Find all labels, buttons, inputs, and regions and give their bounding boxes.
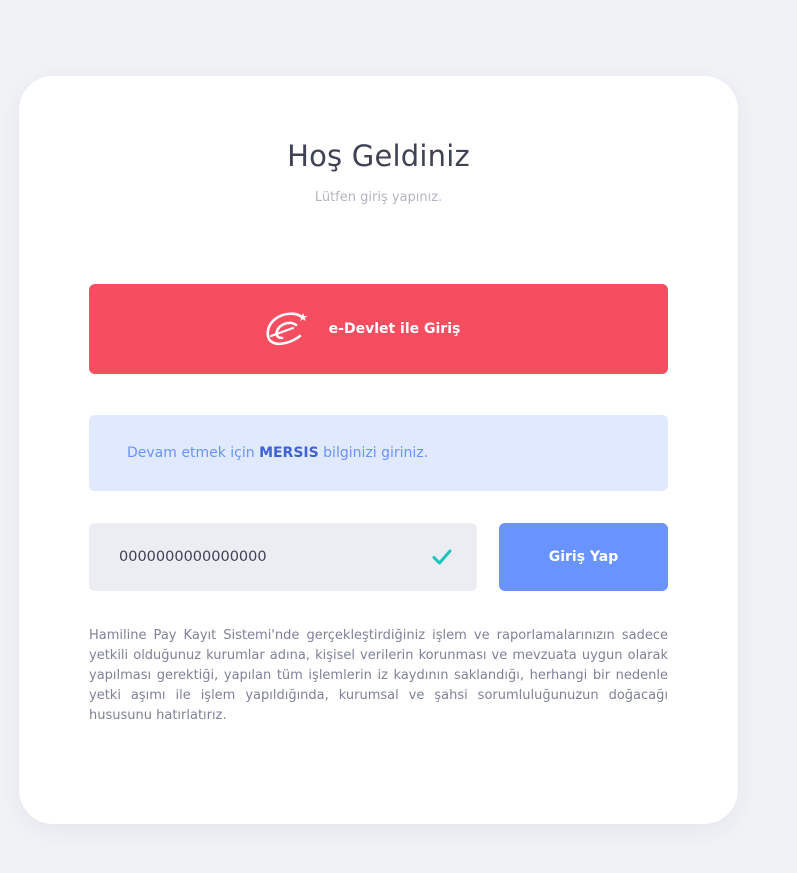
page-subtitle: Lütfen giriş yapınız. (314, 190, 443, 205)
login-card: Hoş Geldiniz Lütfen giriş yapınız. e-Dev… (19, 76, 738, 824)
mersis-input[interactable] (119, 523, 419, 591)
info-suffix: bilginizi giriniz. (318, 445, 429, 461)
e-devlet-logo-icon (266, 312, 308, 346)
info-prefix: Devam etmek için (127, 445, 260, 461)
disclaimer-text: Hamiline Pay Kayıt Sistemi'nde gerçekleş… (89, 628, 668, 723)
mersis-info-alert: Devam etmek için MERSIS bilginizi girini… (89, 415, 668, 491)
edevlet-login-button[interactable]: e-Devlet ile Giriş (89, 284, 668, 374)
info-highlight: MERSIS (259, 445, 319, 461)
edevlet-button-label: e-Devlet ile Giriş (328, 321, 461, 337)
check-icon (432, 549, 452, 565)
mersis-field-wrapper (89, 523, 477, 591)
login-submit-button[interactable]: Giriş Yap (499, 523, 668, 591)
page-title: Hoş Geldiniz (287, 139, 470, 173)
